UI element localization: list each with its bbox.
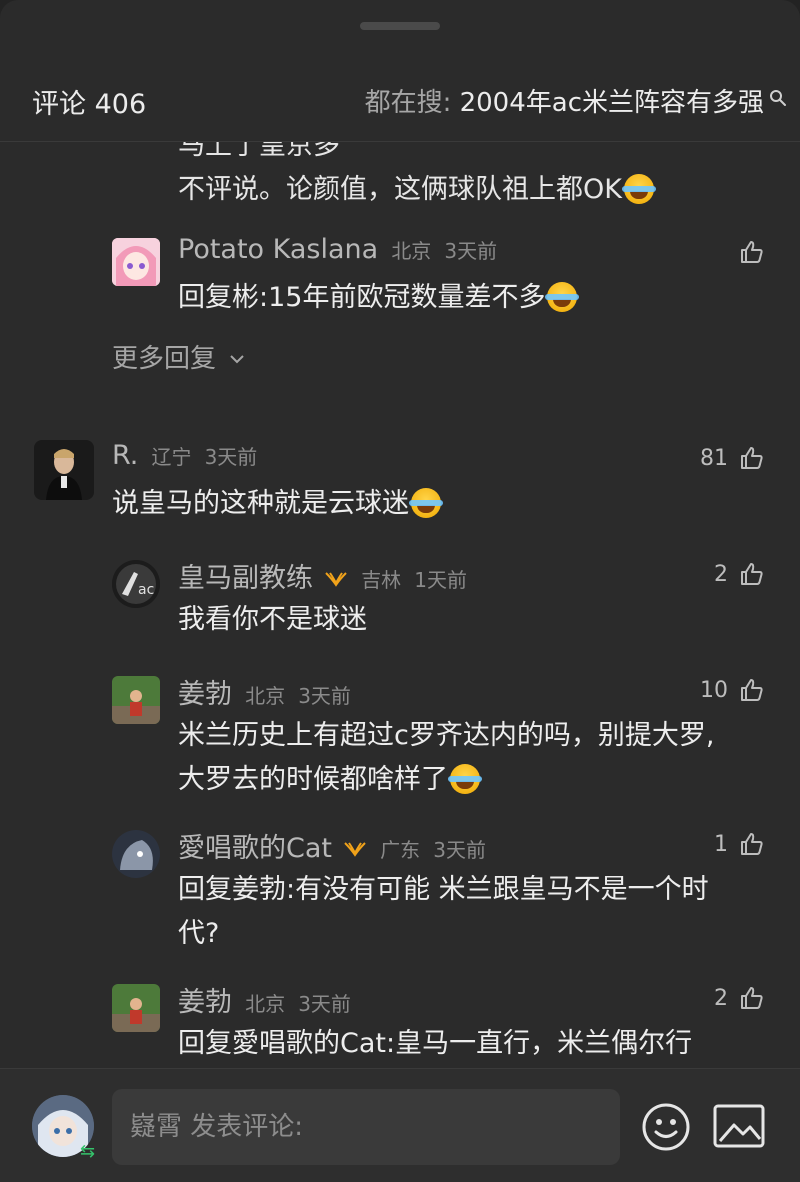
reply-text-line2: 代?	[178, 918, 220, 949]
laugh-cry-emoji-icon	[621, 174, 656, 204]
more-replies-label: 更多回复	[112, 344, 217, 374]
avatar[interactable]	[112, 238, 160, 286]
like-button[interactable]: 2	[714, 560, 766, 588]
comment-text: 说皇马的这种就是云球迷	[112, 488, 409, 519]
like-count: 2	[714, 985, 728, 1011]
like-count: 81	[700, 445, 728, 471]
more-replies-link[interactable]: 更多回复	[112, 338, 246, 375]
timestamp: 3天前	[204, 445, 258, 469]
like-button[interactable]: 10	[700, 676, 766, 704]
cat-avatar-icon	[112, 830, 160, 878]
username[interactable]: 皇马副教练	[178, 563, 313, 594]
drag-handle[interactable]	[360, 22, 440, 30]
comment-count: 评论 406	[32, 89, 147, 120]
like-count: 10	[700, 677, 728, 703]
like-button[interactable]	[738, 238, 766, 266]
timestamp: 3天前	[433, 838, 486, 862]
location: 辽宁	[151, 445, 192, 469]
reply-text-line1: 回复姜勃:有没有可能 米兰跟皇马不是一个时	[178, 874, 709, 905]
composer-username: 嶷霄	[130, 1112, 183, 1142]
trending-search[interactable]: 都在搜: 2004年ac米兰阵容有多强	[365, 82, 764, 119]
avatar[interactable]: ac	[112, 560, 160, 608]
avatar[interactable]	[112, 676, 160, 724]
reply-text: 回复彬:15年前欧冠数量差不多	[178, 282, 546, 313]
like-count: 1	[714, 831, 728, 857]
laugh-cry-emoji-icon	[545, 282, 580, 312]
timestamp: 3天前	[298, 992, 351, 1016]
vip-icon	[325, 572, 347, 587]
like-icon	[741, 987, 763, 1009]
reply-text: 回复愛唱歌的Cat:皇马一直行，米兰偶尔行	[178, 1028, 693, 1059]
comment-sheet: 评论 406 都在搜: 2004年ac米兰阵容有多强 马上了皇京多 不评说。论颜…	[0, 0, 800, 1182]
composer-placeholder: 发表评论:	[190, 1112, 304, 1142]
username[interactable]: 姜勃	[178, 987, 232, 1018]
laugh-cry-emoji-icon	[409, 488, 443, 518]
location: 北京	[245, 992, 286, 1016]
emoji-icon[interactable]	[640, 1101, 692, 1153]
username[interactable]: 姜勃	[178, 679, 232, 710]
chevron-down-icon	[230, 355, 244, 364]
comment-composer-bar: ⇆ 嶷霄 发表评论:	[0, 1068, 800, 1182]
reply-text-line1: 米兰历史上有超过c罗齐达内的吗，别提大罗,	[178, 720, 715, 751]
like-icon	[741, 679, 763, 701]
ac-logo-avatar-icon: ac	[112, 560, 160, 608]
username[interactable]: R.	[112, 440, 138, 471]
clipped-comment-line2: 不评说。论颜值，这俩球队祖上都OK	[178, 174, 622, 205]
location: 吉林	[361, 568, 402, 592]
like-icon	[741, 563, 763, 585]
username[interactable]: 愛唱歌的Cat	[178, 833, 332, 864]
svg-text:ac: ac	[138, 582, 154, 598]
like-icon	[741, 241, 763, 263]
laugh-cry-emoji-icon	[448, 764, 482, 794]
like-icon	[741, 447, 763, 469]
like-button[interactable]: 1	[714, 830, 766, 858]
photo-avatar-icon	[112, 984, 160, 1032]
timestamp: 1天前	[414, 568, 468, 592]
like-icon	[741, 833, 763, 855]
comment-input[interactable]: 嶷霄 发表评论:	[112, 1089, 620, 1165]
like-button[interactable]: 81	[700, 444, 766, 472]
timestamp: 3天前	[444, 239, 498, 263]
photo-avatar-icon	[112, 676, 160, 724]
switch-account-icon[interactable]: ⇆	[80, 1141, 95, 1162]
like-count: 2	[714, 561, 728, 587]
reply-text: 我看你不是球迷	[178, 604, 367, 635]
anime-avatar-icon	[112, 238, 160, 286]
avatar[interactable]	[112, 830, 160, 878]
trending-search-query: 2004年ac米兰阵容有多强	[459, 88, 764, 118]
location: 广东	[380, 838, 421, 862]
timestamp: 3天前	[298, 684, 351, 708]
location: 北京	[245, 684, 286, 708]
search-icon[interactable]	[768, 88, 788, 108]
photo-avatar-icon	[34, 440, 94, 500]
like-button[interactable]: 2	[714, 984, 766, 1012]
reply-text-line2: 大罗去的时候都啥样了	[178, 764, 448, 795]
comments-header: 评论 406 都在搜: 2004年ac米兰阵容有多强	[0, 62, 800, 142]
trending-search-prefix: 都在搜:	[364, 88, 460, 118]
avatar[interactable]	[112, 984, 160, 1032]
comment-list[interactable]: 马上了皇京多 不评说。论颜值，这俩球队祖上都OK Potato Kaslana …	[0, 120, 800, 1068]
username[interactable]: Potato Kaslana	[178, 234, 378, 265]
avatar[interactable]	[34, 440, 94, 500]
vip-icon	[344, 842, 366, 857]
image-icon[interactable]	[712, 1101, 766, 1151]
location: 北京	[391, 239, 432, 263]
